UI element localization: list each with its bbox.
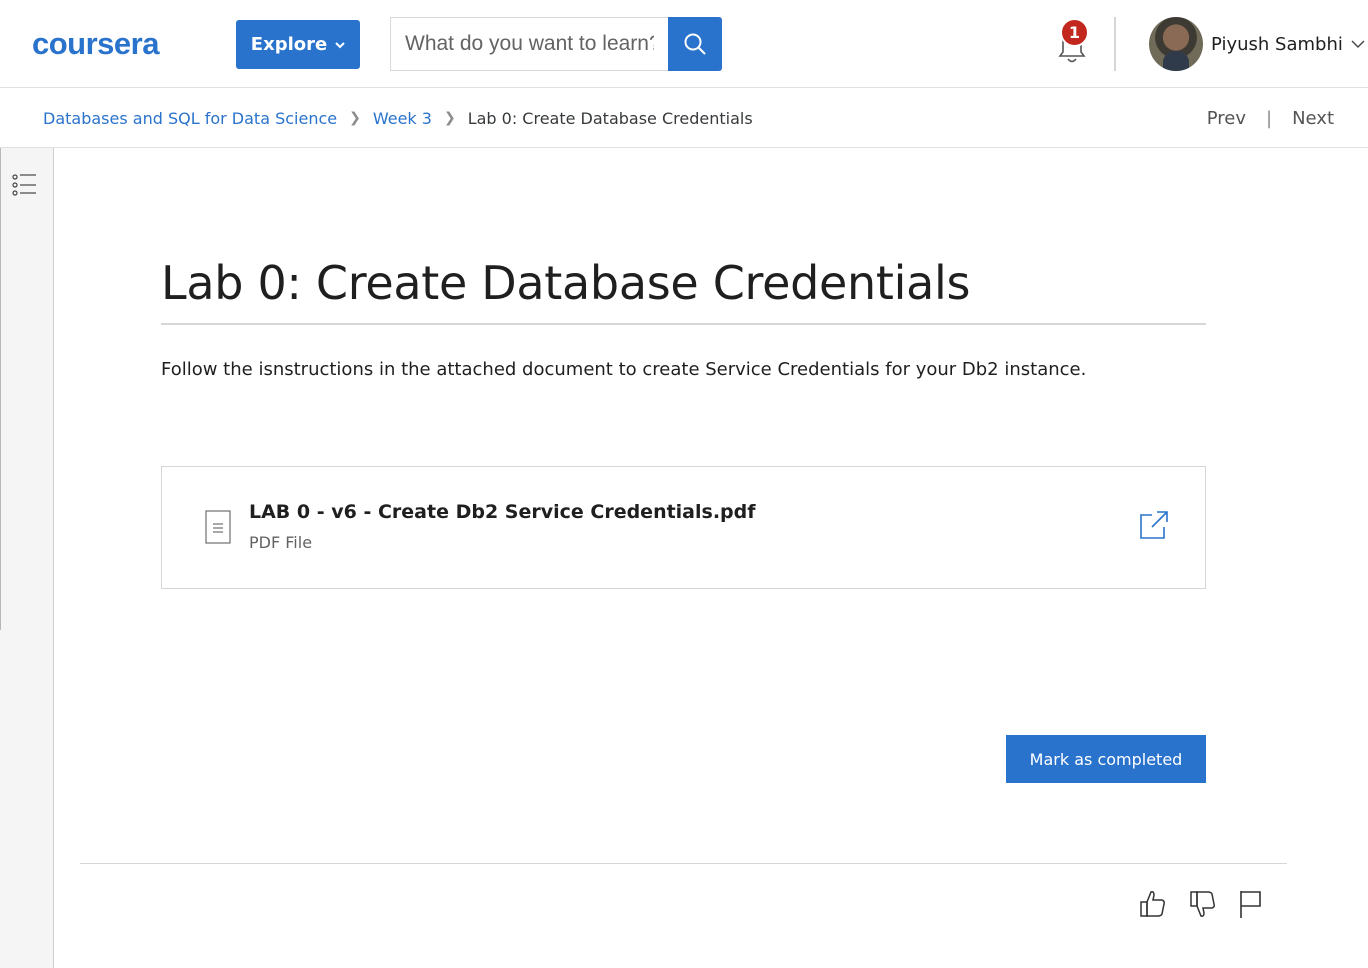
explore-button[interactable]: Explore xyxy=(236,20,360,69)
left-rail xyxy=(0,148,54,968)
search-bar xyxy=(390,17,722,71)
lab-description: Follow the isnstructions in the attached… xyxy=(161,359,1087,380)
breadcrumb-course[interactable]: Databases and SQL for Data Science xyxy=(43,109,337,128)
file-name[interactable]: LAB 0 - v6 - Create Db2 Service Credenti… xyxy=(249,501,756,523)
breadcrumb-current: Lab 0: Create Database Credentials xyxy=(467,108,753,128)
chevron-down-icon xyxy=(1351,40,1365,48)
explore-label: Explore xyxy=(250,34,328,55)
breadcrumb-week[interactable]: Week 3 xyxy=(373,109,432,128)
coursera-logo[interactable]: coursera xyxy=(32,24,159,64)
document-icon xyxy=(205,510,231,544)
thumbs-down-icon[interactable] xyxy=(1188,888,1218,920)
flag-icon[interactable] xyxy=(1236,888,1266,920)
notification-badge: 1 xyxy=(1060,18,1089,47)
search-button[interactable] xyxy=(668,17,722,71)
main-content: Lab 0: Create Database Credentials Follo… xyxy=(54,148,1368,968)
footer-divider xyxy=(80,863,1287,864)
thumbs-up-icon[interactable] xyxy=(1138,888,1168,920)
rail-section xyxy=(0,148,54,630)
list-icon[interactable] xyxy=(12,172,38,198)
header-divider xyxy=(1114,17,1116,71)
nav-separator: | xyxy=(1265,107,1273,129)
chevron-down-icon xyxy=(335,41,345,48)
top-header: coursera Explore 1 Piyush Sambhi xyxy=(0,0,1368,88)
search-input[interactable] xyxy=(390,17,668,71)
chevron-right-icon: ❯ xyxy=(443,110,456,126)
user-menu[interactable]: Piyush Sambhi xyxy=(1149,17,1365,71)
mark-completed-button[interactable]: Mark as completed xyxy=(1006,735,1206,783)
external-link-icon[interactable] xyxy=(1139,510,1169,540)
next-link[interactable]: Next xyxy=(1292,108,1334,129)
prev-link[interactable]: Prev xyxy=(1207,108,1246,129)
title-divider xyxy=(161,323,1206,325)
prev-next-nav: Prev | Next xyxy=(1207,88,1334,148)
user-name: Piyush Sambhi xyxy=(1211,33,1343,55)
avatar xyxy=(1149,17,1203,71)
breadcrumb-bar: Databases and SQL for Data Science ❯ Wee… xyxy=(0,88,1368,148)
chevron-right-icon: ❯ xyxy=(349,110,361,126)
search-icon xyxy=(684,33,706,55)
file-attachment-card[interactable]: LAB 0 - v6 - Create Db2 Service Credenti… xyxy=(161,466,1206,589)
breadcrumb: Databases and SQL for Data Science ❯ Wee… xyxy=(43,88,753,148)
file-type: PDF File xyxy=(249,533,313,552)
page-title: Lab 0: Create Database Credentials xyxy=(161,256,971,310)
